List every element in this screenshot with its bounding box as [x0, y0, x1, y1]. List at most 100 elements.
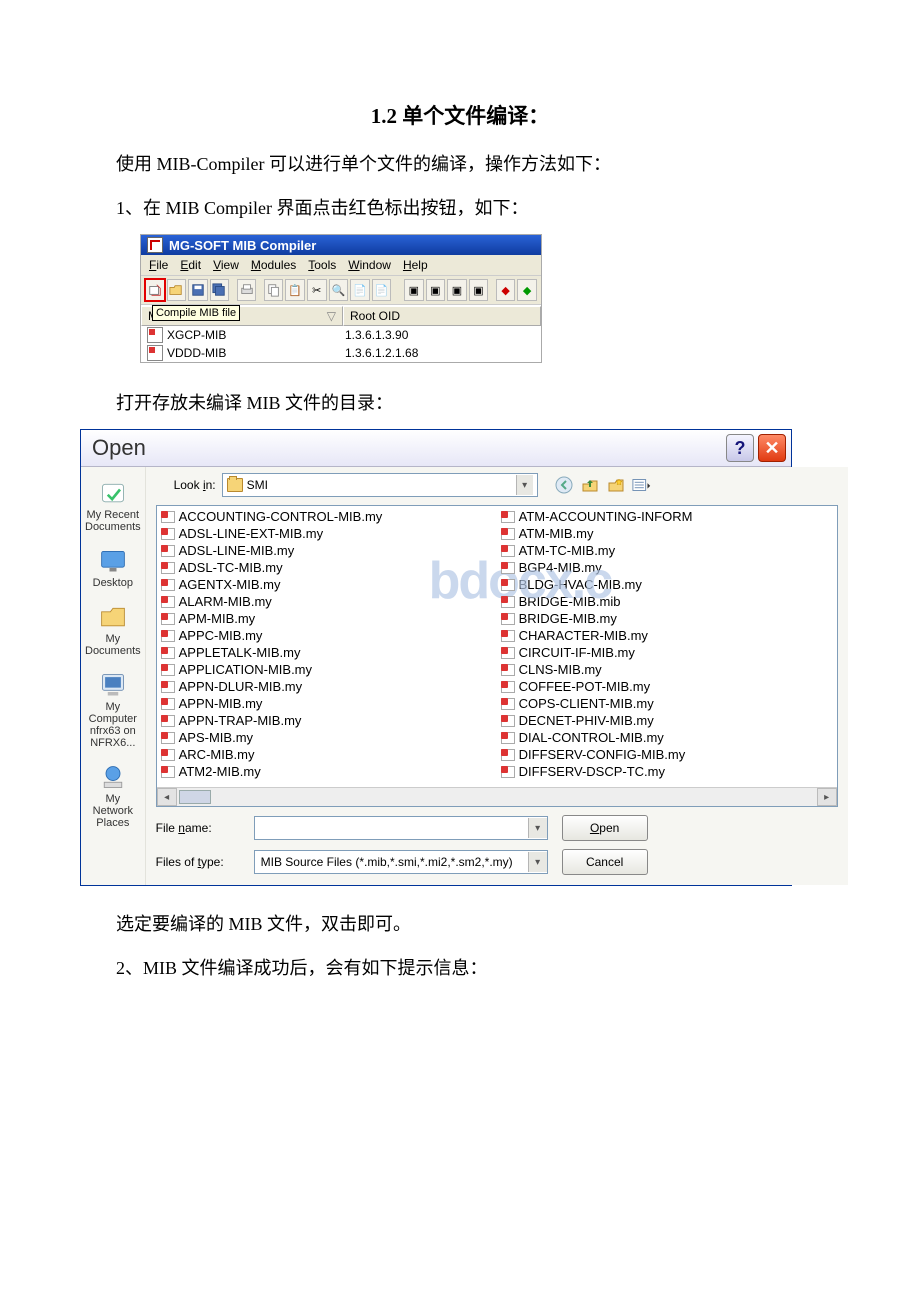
file-item[interactable]: COFFEE-POT-MIB.my: [497, 678, 837, 695]
file-item[interactable]: BLDG-HVAC-MIB.my: [497, 576, 837, 593]
module-list: XGCP-MIB 1.3.6.1.3.90 VDDD-MIB 1.3.6.1.2…: [141, 326, 541, 362]
file-list[interactable]: bdocx.c ACCOUNTING-CONTROL-MIB.myADSL-LI…: [156, 505, 838, 807]
mib-file-icon: [501, 732, 515, 744]
tool-button[interactable]: ▣: [447, 279, 467, 301]
filetype-combo[interactable]: MIB Source Files (*.mib,*.smi,*.mi2,*.sm…: [254, 850, 548, 874]
col-module[interactable]: Compile MIB file Module ▽: [141, 306, 343, 326]
open-dialog: Open ? ✕ My Recent Documents Desktop My …: [80, 429, 792, 886]
cancel-button[interactable]: Cancel: [562, 849, 648, 875]
new-folder-button[interactable]: [606, 475, 626, 495]
file-item[interactable]: APPC-MIB.my: [157, 627, 497, 644]
tool-button[interactable]: ▣: [404, 279, 424, 301]
file-item[interactable]: ATM-ACCOUNTING-INFORM: [497, 508, 837, 525]
file-item[interactable]: APPLICATION-MIB.my: [157, 661, 497, 678]
column-headers: Compile MIB file Module ▽ Root OID: [141, 305, 541, 326]
mib-file-icon: [501, 715, 515, 727]
file-item[interactable]: ACCOUNTING-CONTROL-MIB.my: [157, 508, 497, 525]
save-all-button[interactable]: [210, 279, 230, 301]
desktop-icon: [99, 547, 127, 575]
file-item[interactable]: APPN-DLUR-MIB.my: [157, 678, 497, 695]
menu-window[interactable]: Window: [348, 258, 391, 272]
dropdown-icon[interactable]: ▾: [528, 818, 547, 838]
file-item[interactable]: BGP4-MIB.my: [497, 559, 837, 576]
place-desktop[interactable]: Desktop: [85, 543, 141, 593]
save-button[interactable]: [188, 279, 208, 301]
find-button[interactable]: 🔍: [329, 279, 349, 301]
scroll-thumb[interactable]: [179, 790, 211, 804]
tag-button[interactable]: ◆: [517, 279, 537, 301]
filetype-label: Files of type:: [156, 855, 240, 869]
file-item[interactable]: ATM-MIB.my: [497, 525, 837, 542]
dropdown-icon[interactable]: ▾: [516, 475, 533, 495]
col-rootoid[interactable]: Root OID: [343, 306, 541, 326]
scroll-left-button[interactable]: ◂: [157, 788, 177, 806]
file-item[interactable]: DIFFSERV-CONFIG-MIB.my: [497, 746, 837, 763]
paste-button[interactable]: 📋: [285, 279, 305, 301]
paragraph: 使用 MIB-Compiler 可以进行单个文件的编译，操作方法如下：: [80, 146, 840, 182]
tool-button[interactable]: ▣: [426, 279, 446, 301]
file-item[interactable]: APPN-MIB.my: [157, 695, 497, 712]
tool-button[interactable]: 📄: [350, 279, 370, 301]
file-item[interactable]: ATM2-MIB.my: [157, 763, 497, 780]
place-mydocs[interactable]: My Documents: [85, 599, 141, 661]
lookin-combo[interactable]: SMI ▾: [222, 473, 538, 497]
file-item[interactable]: DECNET-PHIV-MIB.my: [497, 712, 837, 729]
dialog-title: Open: [86, 433, 152, 463]
file-item[interactable]: APPN-TRAP-MIB.my: [157, 712, 497, 729]
menu-view[interactable]: View: [213, 258, 239, 272]
menu-modules[interactable]: Modules: [251, 258, 296, 272]
scroll-right-button[interactable]: ▸: [817, 788, 837, 806]
file-item[interactable]: COPS-CLIENT-MIB.my: [497, 695, 837, 712]
file-item[interactable]: ATM-TC-MIB.my: [497, 542, 837, 559]
cut-button[interactable]: ✂: [307, 279, 327, 301]
tool-button[interactable]: 📄: [372, 279, 392, 301]
menu-file[interactable]: File: [149, 258, 168, 272]
file-item[interactable]: AGENTX-MIB.my: [157, 576, 497, 593]
paragraph: 选定要编译的 MIB 文件，双击即可。: [80, 906, 840, 942]
horizontal-scrollbar[interactable]: ◂ ▸: [157, 787, 837, 806]
view-menu-button[interactable]: [632, 475, 652, 495]
module-row[interactable]: XGCP-MIB 1.3.6.1.3.90: [141, 326, 541, 344]
copy-button[interactable]: [264, 279, 284, 301]
file-item[interactable]: ADSL-LINE-EXT-MIB.my: [157, 525, 497, 542]
open-button[interactable]: [167, 279, 187, 301]
tool-button[interactable]: ▣: [469, 279, 489, 301]
file-item[interactable]: CIRCUIT-IF-MIB.my: [497, 644, 837, 661]
place-network[interactable]: My Network Places: [85, 759, 141, 833]
mib-file-icon: [501, 562, 515, 574]
menu-tools[interactable]: Tools: [308, 258, 336, 272]
menu-help[interactable]: Help: [403, 258, 428, 272]
compile-mib-file-button[interactable]: [145, 279, 165, 301]
module-row[interactable]: VDDD-MIB 1.3.6.1.2.1.68: [141, 344, 541, 362]
file-item[interactable]: ADSL-TC-MIB.my: [157, 559, 497, 576]
file-item[interactable]: APS-MIB.my: [157, 729, 497, 746]
file-item[interactable]: CHARACTER-MIB.my: [497, 627, 837, 644]
file-item[interactable]: BRIDGE-MIB.mib: [497, 593, 837, 610]
back-button[interactable]: [554, 475, 574, 495]
menu-edit[interactable]: Edit: [180, 258, 201, 272]
file-item[interactable]: DIFFSERV-DSCP-TC.my: [497, 763, 837, 780]
file-item[interactable]: DIAL-CONTROL-MIB.my: [497, 729, 837, 746]
up-button[interactable]: [580, 475, 600, 495]
place-recent[interactable]: My Recent Documents: [85, 475, 141, 537]
help-button[interactable]: ?: [726, 434, 754, 462]
close-button[interactable]: ✕: [758, 434, 786, 462]
file-item[interactable]: ADSL-LINE-MIB.my: [157, 542, 497, 559]
file-item[interactable]: ARC-MIB.my: [157, 746, 497, 763]
open-button[interactable]: Open: [562, 815, 648, 841]
tag-button[interactable]: ◆: [496, 279, 516, 301]
file-item[interactable]: BRIDGE-MIB.my: [497, 610, 837, 627]
file-item[interactable]: APPLETALK-MIB.my: [157, 644, 497, 661]
mib-file-icon: [161, 715, 175, 727]
file-item[interactable]: APM-MIB.my: [157, 610, 497, 627]
dropdown-icon[interactable]: ▾: [528, 852, 547, 872]
mib-file-icon: [161, 596, 175, 608]
print-button[interactable]: [237, 279, 257, 301]
place-mycomputer[interactable]: My Computernfrx63 on NFRX6...: [85, 667, 141, 753]
file-item[interactable]: CLNS-MIB.my: [497, 661, 837, 678]
filename-combo[interactable]: ▾: [254, 816, 548, 840]
file-item[interactable]: ALARM-MIB.my: [157, 593, 497, 610]
places-bar: My Recent Documents Desktop My Documents…: [81, 467, 146, 885]
mib-file-icon: [501, 511, 515, 523]
mib-file-icon: [501, 647, 515, 659]
